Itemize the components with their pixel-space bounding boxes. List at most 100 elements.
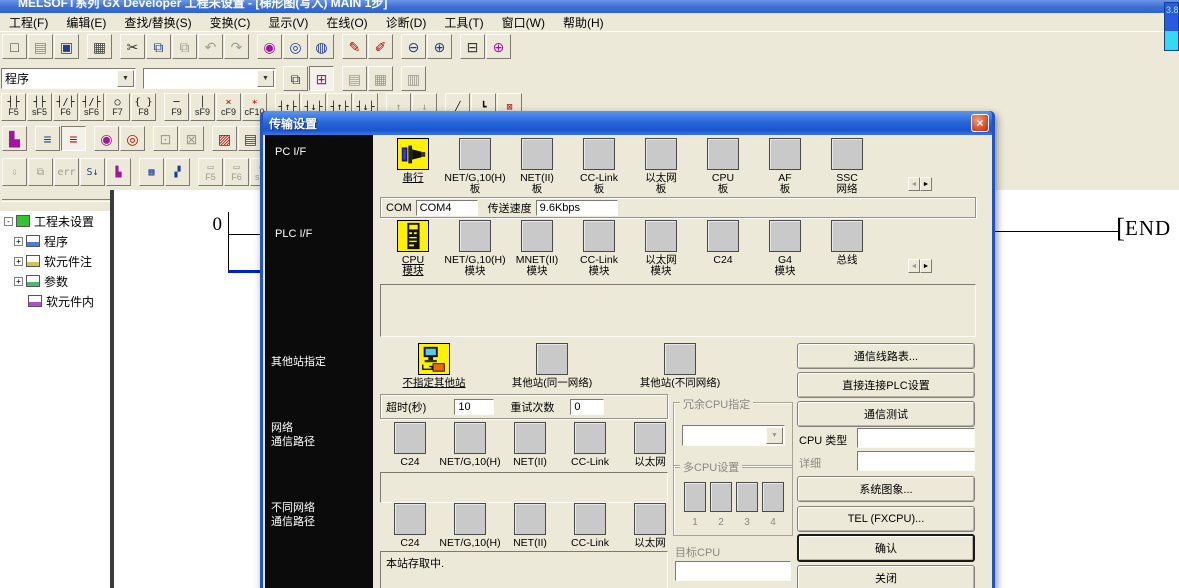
menu-item[interactable]: 编辑(E) <box>57 13 115 32</box>
direct-plc-connect-button[interactable]: 直接连接PLC设置 <box>797 372 975 398</box>
project-data-list-button[interactable]: ⧉ <box>283 66 308 91</box>
panel-splitter[interactable] <box>110 190 114 588</box>
cpu-module-icon[interactable] <box>397 220 429 252</box>
hw-option-icon[interactable] <box>521 138 553 170</box>
monitor-mode-button[interactable]: ▨ <box>212 126 237 151</box>
transfer-program-button[interactable]: ⧉ <box>28 158 53 186</box>
hw-option-icon[interactable] <box>514 422 546 454</box>
redo-button[interactable]: ↷ <box>224 34 249 59</box>
redundant-cpu-combo[interactable]: ▼ <box>682 425 785 446</box>
paste-button[interactable]: ⧉ <box>172 34 197 59</box>
chevron-down-icon[interactable]: ▼ <box>257 70 274 87</box>
find-circuit-button[interactable]: ◉ <box>94 126 119 151</box>
menu-item[interactable]: 工程(F) <box>0 13 57 32</box>
hw-option-icon[interactable] <box>583 138 615 170</box>
expand-icon[interactable]: + <box>14 277 23 286</box>
dialog-title-bar[interactable]: 传输设置 × <box>263 111 992 135</box>
scroll-left-icon[interactable]: ◄ <box>908 259 920 273</box>
copy-program-button[interactable]: ⇩ <box>2 158 27 186</box>
retry-field[interactable]: 0 <box>570 399 604 415</box>
new-file-button[interactable]: □ <box>2 34 27 59</box>
hw-option-icon[interactable] <box>634 422 666 454</box>
find-instruction-button[interactable]: ◎ <box>283 34 308 59</box>
find-string-button[interactable]: ◍ <box>309 34 334 59</box>
hw-option-icon[interactable] <box>574 422 606 454</box>
menu-item[interactable]: 在线(O) <box>317 13 376 32</box>
menu-item[interactable]: 窗口(W) <box>493 13 554 32</box>
ladder-logo-button[interactable]: ▙ <box>2 126 27 151</box>
hw-option-icon[interactable] <box>394 422 426 454</box>
menu-item[interactable]: 诊断(D) <box>377 13 436 32</box>
closed-branch-button[interactable]: ┤/├sF6 <box>79 93 104 121</box>
open-branch-button[interactable]: ┤├sF5 <box>27 93 52 121</box>
delete-horizontal-line-button[interactable]: ×cF9 <box>216 93 241 121</box>
ladder-edit-button[interactable]: ≡ <box>61 126 86 151</box>
cpu-slot[interactable] <box>710 482 732 512</box>
hw-option-icon[interactable] <box>574 503 606 535</box>
hw-option-icon[interactable] <box>769 220 801 252</box>
menu-item[interactable]: 显示(V) <box>259 13 317 32</box>
sfc-f5-button[interactable]: ▭F5 <box>198 158 223 186</box>
com-port-field[interactable]: COM4 <box>416 200 478 216</box>
zoom-in-button[interactable]: ⊕ <box>427 34 452 59</box>
scroll-right-icon[interactable]: ► <box>920 177 932 191</box>
menu-item[interactable]: 变换(C) <box>201 13 260 32</box>
hw-option-icon[interactable] <box>394 503 426 535</box>
hw-option-icon[interactable] <box>707 220 739 252</box>
hw-option-icon[interactable] <box>521 220 553 252</box>
block-list-button[interactable]: ▙ <box>106 158 131 186</box>
chevron-down-icon[interactable]: ▼ <box>117 70 134 87</box>
tree-item[interactable]: +程序 <box>0 231 110 251</box>
system-image-button[interactable]: 系统图象... <box>797 476 975 502</box>
tree-item[interactable]: +软元件注 <box>0 251 110 271</box>
scroll-left-icon[interactable]: ◄ <box>908 177 920 191</box>
ladder-insert-button[interactable]: ✐ <box>368 34 393 59</box>
verify-button[interactable]: ▥ <box>401 66 426 91</box>
serial-connector-icon[interactable] <box>397 138 429 170</box>
expand-icon[interactable]: + <box>14 237 23 246</box>
menu-item[interactable]: 工具(T) <box>435 13 492 32</box>
ladder-selection-cursor[interactable] <box>228 270 264 273</box>
coil-button[interactable]: ○F7 <box>105 93 130 121</box>
program-combo[interactable]: 程序 ▼ <box>1 68 136 89</box>
tree-item[interactable]: +参数 <box>0 271 110 291</box>
print-button[interactable]: ▦ <box>87 34 112 59</box>
hw-option-icon[interactable] <box>459 220 491 252</box>
tree-root-item[interactable]: -工程未设置 <box>0 211 110 231</box>
dialog-close-button[interactable]: × <box>971 114 989 132</box>
project-tree-toggle-button[interactable]: ⊞ <box>309 66 334 91</box>
zoom-out-button[interactable]: ⊖ <box>401 34 426 59</box>
step-run-button[interactable]: S↓ <box>80 158 105 186</box>
save-button[interactable]: ▣ <box>54 34 79 59</box>
monitor-window-button[interactable]: ⊕ <box>486 34 511 59</box>
block-monitor-button[interactable]: ▞ <box>165 158 190 186</box>
hw-option-icon[interactable] <box>536 343 568 375</box>
cut-button[interactable]: ✂ <box>120 34 145 59</box>
hw-option-icon[interactable] <box>664 343 696 375</box>
menu-item[interactable]: 帮助(H) <box>554 13 613 32</box>
hw-option-icon[interactable] <box>707 138 739 170</box>
application-instruction-button[interactable]: { }F8 <box>131 93 156 121</box>
closed-contact-button[interactable]: ┤/├F6 <box>53 93 78 121</box>
find-device2-button[interactable]: ◎ <box>120 126 145 151</box>
target-cpu-field[interactable] <box>675 561 791 581</box>
expand-icon[interactable]: + <box>14 257 23 266</box>
sfc-f6-button[interactable]: ▭F6 <box>224 158 249 186</box>
hw-option-icon[interactable] <box>583 220 615 252</box>
tel-fxcpu-button[interactable]: TEL (FXCPU)... <box>797 506 975 532</box>
baud-rate-field[interactable]: 9.6Kbps <box>536 200 618 216</box>
hw-option-icon[interactable] <box>514 503 546 535</box>
device-comment-button[interactable]: ▤ <box>342 66 367 91</box>
horizontal-line-button[interactable]: ─F9 <box>164 93 189 121</box>
secondary-combo[interactable]: ▼ <box>143 68 276 89</box>
device-memory-button[interactable]: ▦ <box>368 66 393 91</box>
block-select-button[interactable]: ▦ <box>139 158 164 186</box>
collapse-icon[interactable]: - <box>4 217 13 226</box>
vertical-line-button[interactable]: │sF9 <box>190 93 215 121</box>
open-folder-button[interactable]: ▤ <box>28 34 53 59</box>
read-mode-button[interactable]: ⊡ <box>153 126 178 151</box>
hw-option-icon[interactable] <box>831 220 863 252</box>
undo-button[interactable]: ↶ <box>198 34 223 59</box>
window-tile-button[interactable]: ⊟ <box>460 34 485 59</box>
hw-option-icon[interactable] <box>645 138 677 170</box>
